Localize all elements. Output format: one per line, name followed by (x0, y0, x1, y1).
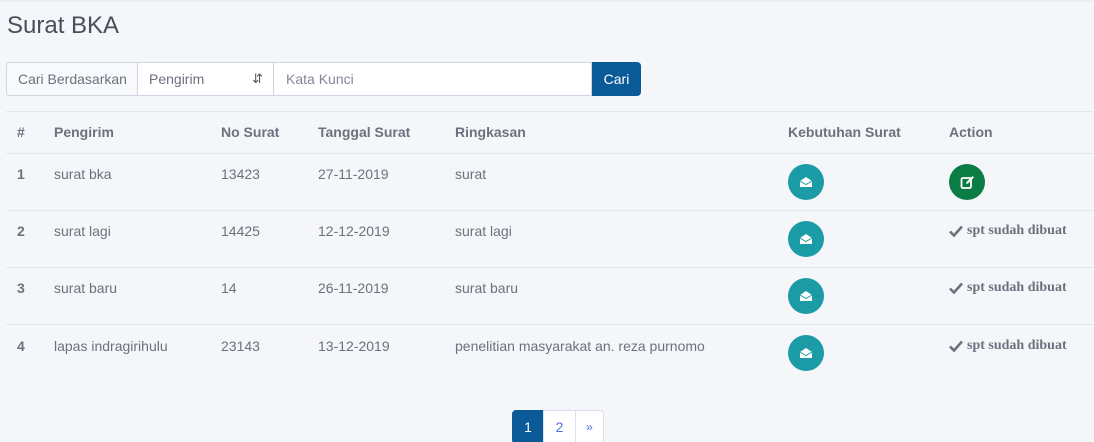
row-number: 2 (17, 223, 25, 239)
th-action: Action (949, 124, 993, 140)
next-page-button[interactable]: » (575, 410, 604, 442)
cell-ringkasan: surat baru (455, 280, 519, 296)
envelope-open-icon (799, 348, 813, 358)
row-number: 1 (17, 166, 25, 182)
cell-pengirim: surat baru (54, 280, 118, 296)
kebutuhan-surat-button[interactable] (788, 164, 824, 200)
cell-tanggal: 26-11-2019 (318, 280, 389, 296)
check-icon (949, 225, 963, 237)
check-icon (949, 340, 963, 352)
th-tanggal-surat: Tanggal Surat (318, 124, 411, 140)
cell-pengirim: surat lagi (54, 223, 111, 239)
kebutuhan-surat-button[interactable] (788, 278, 824, 314)
cell-ringkasan: penelitian masyarakat an. reza purnomo (455, 338, 705, 354)
edit-button[interactable] (949, 164, 985, 200)
spt-status: spt sudah dibuat (949, 338, 1067, 354)
cell-ringkasan: surat lagi (455, 223, 512, 239)
row-divider (6, 267, 1094, 268)
kebutuhan-surat-button[interactable] (788, 335, 824, 371)
cell-no-surat: 14425 (221, 223, 260, 239)
cell-pengirim: lapas indragirihulu (54, 338, 168, 354)
cell-tanggal: 13-12-2019 (318, 338, 390, 354)
search-input[interactable] (274, 62, 592, 96)
search-field-select[interactable]: Pengirim ⇵ (137, 62, 274, 96)
envelope-open-icon (799, 177, 813, 187)
spt-status-text: spt sudah dibuat (967, 280, 1067, 295)
search-by-label: Cari Berdasarkan (6, 62, 137, 96)
envelope-open-icon (799, 291, 813, 301)
spt-status-text: spt sudah dibuat (967, 223, 1067, 238)
search-bar: Cari Berdasarkan Pengirim ⇵ Cari (6, 62, 641, 96)
th-number: # (17, 124, 25, 140)
envelope-open-icon (799, 234, 813, 244)
th-ringkasan: Ringkasan (455, 124, 526, 140)
pagination: 1 2 » (512, 410, 604, 442)
check-icon (949, 282, 963, 294)
cell-pengirim: surat bka (54, 166, 112, 182)
cell-no-surat: 13423 (221, 166, 260, 182)
cell-no-surat: 14 (221, 280, 237, 296)
cell-tanggal: 12-12-2019 (318, 223, 390, 239)
top-divider (0, 0, 1094, 2)
page-2-button[interactable]: 2 (543, 410, 576, 442)
cell-no-surat: 23143 (221, 338, 260, 354)
kebutuhan-surat-button[interactable] (788, 221, 824, 257)
edit-icon (960, 175, 974, 189)
row-number: 4 (17, 338, 25, 354)
cell-tanggal: 27-11-2019 (318, 166, 389, 182)
row-divider (6, 210, 1094, 211)
search-button[interactable]: Cari (592, 62, 641, 96)
spt-status: spt sudah dibuat (949, 280, 1067, 296)
th-kebutuhan-surat: Kebutuhan Surat (788, 124, 901, 140)
th-pengirim: Pengirim (54, 124, 114, 140)
th-no-surat: No Surat (221, 124, 280, 140)
search-field-select-value: Pengirim (149, 71, 205, 87)
spt-status: spt sudah dibuat (949, 223, 1067, 239)
row-number: 3 (17, 280, 25, 296)
row-divider (6, 153, 1094, 154)
spt-status-text: spt sudah dibuat (967, 338, 1067, 353)
row-divider (6, 324, 1094, 325)
select-arrows-icon: ⇵ (252, 71, 263, 86)
cell-ringkasan: surat (455, 166, 487, 182)
page-title: Surat BKA (7, 12, 120, 39)
page-1-button[interactable]: 1 (512, 410, 544, 442)
table-top-border (6, 111, 1094, 112)
